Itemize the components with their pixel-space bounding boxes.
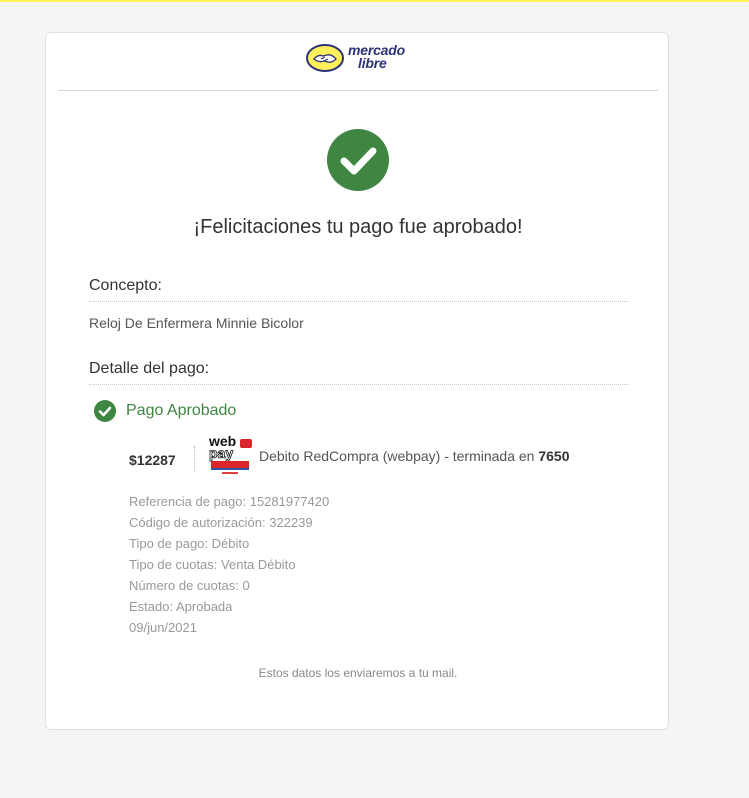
svg-text:pay: pay — [209, 445, 233, 461]
concept-label: Concepto: — [89, 277, 162, 294]
detail-label: Estado: — [129, 599, 174, 614]
payment-details-list: Referencia de pago: 15281977420 Código d… — [129, 491, 329, 638]
header-divider — [58, 90, 658, 91]
detail-line-auth-code: Código de autorización: 322239 — [129, 512, 329, 533]
detail-label: Referencia de pago: — [129, 494, 247, 509]
success-check-icon — [327, 129, 389, 191]
brand-wordmark-line2: libre — [358, 55, 387, 71]
brand-wordmark: mercado libre — [348, 43, 418, 71]
detail-line-reference: Referencia de pago: 15281977420 — [129, 491, 329, 512]
webpay-logo-icon: web pay — [208, 434, 252, 474]
payment-detail-label: Detalle del pago: — [89, 360, 210, 377]
approved-check-icon — [94, 400, 116, 422]
detail-line-date: 09/jun/2021 — [129, 620, 197, 635]
detail-value: Aprobada — [176, 599, 233, 614]
concept-divider — [89, 301, 629, 302]
detail-line-installment-type: Tipo de cuotas: Venta Débito — [129, 554, 329, 575]
detail-line-status: Estado: Aprobada — [129, 596, 329, 617]
footer-note: Estos datos los enviaremos a tu mail. — [258, 666, 458, 680]
payment-status: Pago Aprobado — [94, 400, 236, 422]
detail-line-installments: Número de cuotas: 0 — [129, 575, 329, 596]
detail-value: Venta Débito — [221, 557, 296, 572]
detail-value: 0 — [242, 578, 250, 593]
payment-detail-divider — [89, 384, 629, 385]
detail-value: 15281977420 — [249, 494, 330, 509]
top-brand-strip — [0, 0, 749, 2]
detail-value: Débito — [211, 536, 250, 551]
detail-label: Código de autorización: — [129, 515, 266, 530]
card-last4: 7650 — [538, 448, 570, 464]
detail-label: Tipo de pago: — [129, 536, 209, 551]
payment-method: Debito RedCompra (webpay) - terminada en… — [259, 448, 570, 464]
detail-label: Número de cuotas: — [129, 578, 239, 593]
page-title: ¡Felicitaciones tu pago fue aprobado! — [193, 216, 523, 238]
payment-method-text: Debito RedCompra (webpay) - terminada en — [259, 448, 535, 464]
payment-receipt-card: mercado libre ¡Felicitaciones tu pago fu… — [45, 32, 669, 730]
detail-line-payment-type: Tipo de pago: Débito — [129, 533, 329, 554]
payment-status-label: Pago Aprobado — [126, 402, 237, 419]
payment-amount: $12287 — [129, 452, 176, 468]
amount-separator — [194, 446, 195, 472]
detail-label: Tipo de cuotas: — [129, 557, 218, 572]
concept-value: Reloj De Enfermera Minnie Bicolor — [89, 315, 304, 331]
detail-value: 322239 — [269, 515, 313, 530]
